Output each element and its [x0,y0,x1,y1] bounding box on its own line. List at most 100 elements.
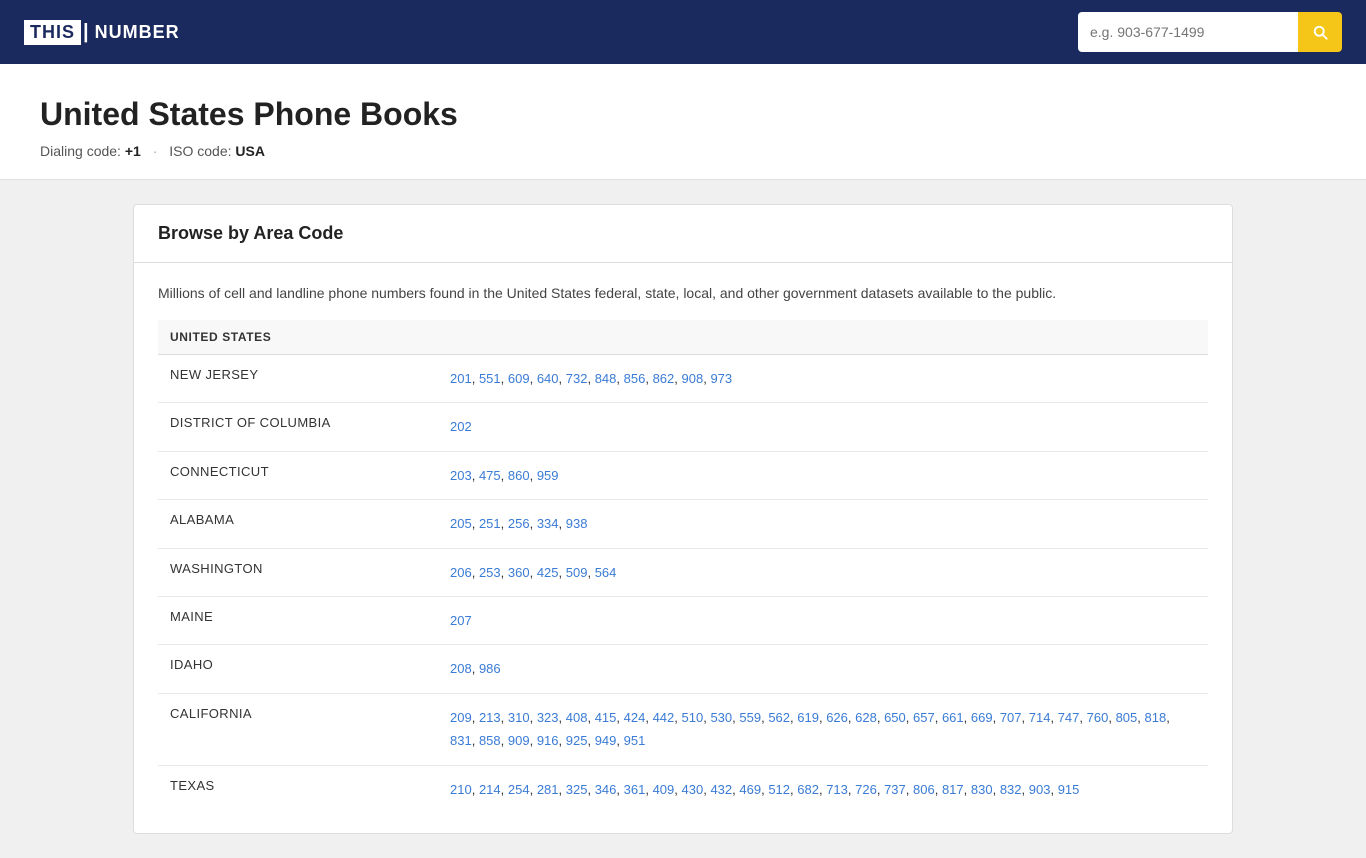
area-code-link[interactable]: 640 [537,371,559,386]
search-icon [1311,23,1329,41]
area-code-link[interactable]: 959 [537,468,559,483]
area-code-link[interactable]: 903 [1029,782,1051,797]
area-code-link[interactable]: 650 [884,710,906,725]
area-code-link[interactable]: 830 [971,782,993,797]
area-code-link[interactable]: 938 [566,516,588,531]
area-codes: 201, 551, 609, 640, 732, 848, 856, 862, … [438,355,1208,403]
area-code-link[interactable]: 346 [595,782,617,797]
area-code-link[interactable]: 325 [566,782,588,797]
area-code-link[interactable]: 818 [1145,710,1167,725]
area-code-link[interactable]: 619 [797,710,819,725]
search-input[interactable] [1078,12,1298,52]
area-code-link[interactable]: 334 [537,516,559,531]
area-code-link[interactable]: 562 [768,710,790,725]
area-code-link[interactable]: 609 [508,371,530,386]
area-code-link[interactable]: 208 [450,661,472,676]
area-code-link[interactable]: 832 [1000,782,1022,797]
area-code-link[interactable]: 512 [768,782,790,797]
area-code-link[interactable]: 424 [624,710,646,725]
area-code-link[interactable]: 425 [537,565,559,580]
area-code-link[interactable]: 559 [739,710,761,725]
area-code-link[interactable]: 206 [450,565,472,580]
area-code-link[interactable]: 564 [595,565,617,580]
area-code-link[interactable]: 415 [595,710,617,725]
area-code-link[interactable]: 817 [942,782,964,797]
area-code-link[interactable]: 509 [566,565,588,580]
meta-separator: · [153,143,158,159]
area-code-link[interactable]: 361 [624,782,646,797]
area-code-link[interactable]: 253 [479,565,501,580]
area-code-link[interactable]: 409 [653,782,675,797]
area-code-link[interactable]: 510 [682,710,704,725]
area-code-link[interactable]: 732 [566,371,588,386]
area-code-link[interactable]: 628 [855,710,877,725]
area-code-link[interactable]: 256 [508,516,530,531]
area-code-link[interactable]: 661 [942,710,964,725]
area-code-link[interactable]: 916 [537,733,559,748]
card-body: Millions of cell and landline phone numb… [134,263,1232,833]
area-code-link[interactable]: 806 [913,782,935,797]
search-button[interactable] [1298,12,1342,52]
area-code-link[interactable]: 949 [595,733,617,748]
area-code-link[interactable]: 360 [508,565,530,580]
area-code-link[interactable]: 986 [479,661,501,676]
area-code-link[interactable]: 626 [826,710,848,725]
area-code-link[interactable]: 669 [971,710,993,725]
area-code-link[interactable]: 805 [1116,710,1138,725]
area-code-link[interactable]: 430 [682,782,704,797]
table-row: TEXAS210, 214, 254, 281, 325, 346, 361, … [158,765,1208,813]
state-name: TEXAS [158,765,438,813]
area-code-table: UNITED STATES NEW JERSEY201, 551, 609, 6… [158,320,1208,813]
area-code-link[interactable]: 201 [450,371,472,386]
area-code-link[interactable]: 848 [595,371,617,386]
area-code-link[interactable]: 251 [479,516,501,531]
area-code-link[interactable]: 209 [450,710,472,725]
area-code-link[interactable]: 760 [1087,710,1109,725]
area-code-link[interactable]: 682 [797,782,819,797]
card-description: Millions of cell and landline phone numb… [158,283,1208,304]
area-code-link[interactable]: 860 [508,468,530,483]
area-code-link[interactable]: 205 [450,516,472,531]
area-code-link[interactable]: 310 [508,710,530,725]
area-code-link[interactable]: 408 [566,710,588,725]
area-code-link[interactable]: 551 [479,371,501,386]
area-code-link[interactable]: 915 [1058,782,1080,797]
area-code-link[interactable]: 657 [913,710,935,725]
area-code-link[interactable]: 856 [624,371,646,386]
area-code-link[interactable]: 747 [1058,710,1080,725]
area-code-link[interactable]: 909 [508,733,530,748]
area-code-link[interactable]: 737 [884,782,906,797]
area-code-link[interactable]: 432 [710,782,732,797]
area-code-link[interactable]: 213 [479,710,501,725]
state-name: ALABAMA [158,500,438,548]
area-code-link[interactable]: 713 [826,782,848,797]
area-code-link[interactable]: 831 [450,733,472,748]
area-code-link[interactable]: 469 [739,782,761,797]
area-code-link[interactable]: 207 [450,613,472,628]
area-code-link[interactable]: 442 [653,710,675,725]
area-code-link[interactable]: 973 [710,371,732,386]
area-code-link[interactable]: 862 [653,371,675,386]
area-codes: 205, 251, 256, 334, 938 [438,500,1208,548]
iso-code-label: ISO code: [169,143,231,159]
area-code-link[interactable]: 281 [537,782,559,797]
card-title: Browse by Area Code [134,205,1232,263]
area-code-link[interactable]: 214 [479,782,501,797]
area-code-link[interactable]: 707 [1000,710,1022,725]
area-code-link[interactable]: 202 [450,419,472,434]
area-code-link[interactable]: 925 [566,733,588,748]
state-name: CALIFORNIA [158,693,438,765]
area-code-link[interactable]: 714 [1029,710,1051,725]
area-code-link[interactable]: 475 [479,468,501,483]
logo-link[interactable]: THIS | NUMBER [24,20,180,45]
search-form [1078,12,1342,52]
area-code-link[interactable]: 530 [710,710,732,725]
area-code-link[interactable]: 951 [624,733,646,748]
area-code-link[interactable]: 908 [682,371,704,386]
area-code-link[interactable]: 858 [479,733,501,748]
area-code-link[interactable]: 254 [508,782,530,797]
area-code-link[interactable]: 323 [537,710,559,725]
area-code-link[interactable]: 210 [450,782,472,797]
area-code-link[interactable]: 203 [450,468,472,483]
area-code-link[interactable]: 726 [855,782,877,797]
